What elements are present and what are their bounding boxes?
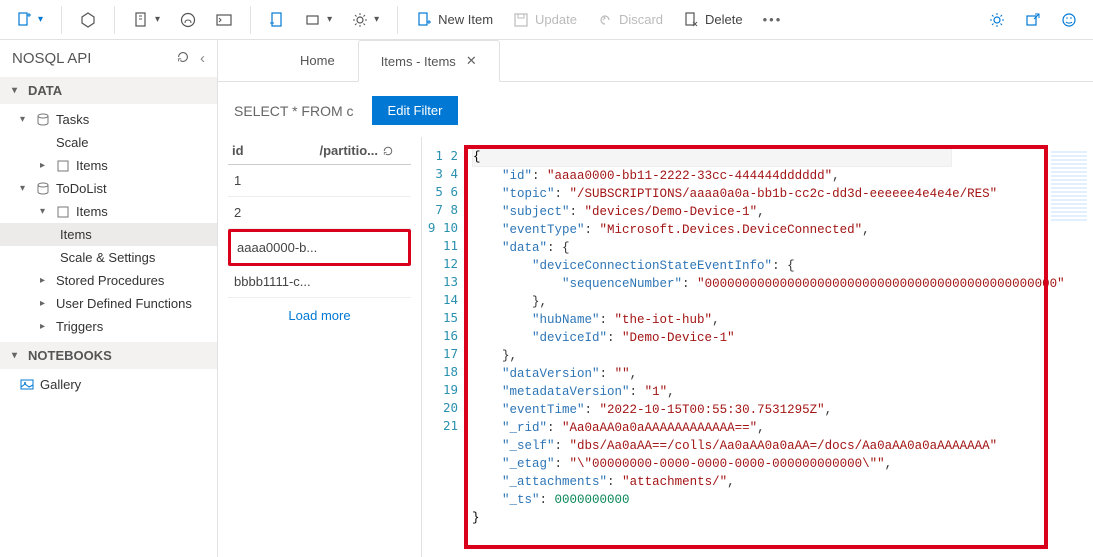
- terminal-icon: [216, 12, 232, 28]
- query-text: SELECT * FROM c: [234, 103, 354, 119]
- document-delete-icon: [683, 12, 699, 28]
- item-row[interactable]: 1: [228, 165, 411, 197]
- sidebar: NOSQL API ‹ ▾DATA ▾Tasks Scale ▸Items ▾T…: [0, 40, 218, 557]
- minimap[interactable]: [1051, 151, 1087, 221]
- items-list-pane: id /partitio... 1 2 aaaa0000-b... bbbb11…: [218, 137, 422, 557]
- undo-icon: [597, 12, 613, 28]
- gear-icon: [352, 12, 368, 28]
- sidebar-title-row: NOSQL API ‹: [0, 40, 217, 77]
- document-plus-icon: [16, 12, 32, 28]
- delete-button[interactable]: Delete: [675, 8, 751, 32]
- col-id[interactable]: id: [232, 143, 320, 158]
- save-icon: [513, 12, 529, 28]
- close-icon[interactable]: ✕: [466, 53, 477, 69]
- tree-items-items[interactable]: Items: [0, 223, 217, 246]
- ellipsis-icon: •••: [763, 12, 783, 27]
- update-label: Update: [535, 12, 577, 27]
- container-icon: [305, 12, 321, 28]
- notebook-dropdown[interactable]: ▾: [125, 8, 168, 32]
- section-notebooks[interactable]: ▾NOTEBOOKS: [0, 342, 217, 369]
- document-save-icon: [269, 12, 285, 28]
- chevron-right-icon: ▸: [40, 160, 50, 171]
- section-data[interactable]: ▾DATA: [0, 77, 217, 104]
- feedback-button[interactable]: [1053, 8, 1085, 32]
- hex-icon-button[interactable]: [72, 8, 104, 32]
- discard-button[interactable]: Discard: [589, 8, 671, 32]
- database-icon: [36, 113, 50, 127]
- notebook-icon: [133, 12, 149, 28]
- tabs-row: Home Items - Items✕: [218, 40, 1093, 82]
- save-query-button[interactable]: [261, 8, 293, 32]
- data-tree: ▾Tasks Scale ▸Items ▾ToDoList ▾Items Ite…: [0, 104, 217, 342]
- chevron-down-icon: ▾: [20, 183, 30, 194]
- chevron-right-icon: ▸: [40, 321, 50, 332]
- chevron-down-icon: ▾: [374, 14, 379, 25]
- new-sql-query-dropdown[interactable]: ▾: [8, 8, 51, 32]
- tree-items[interactable]: ▾Items: [0, 200, 217, 223]
- json-editor[interactable]: 1 2 3 4 5 6 7 8 9 10 11 12 13 14 15 16 1…: [422, 137, 1093, 557]
- tree-udf[interactable]: ▸User Defined Functions: [0, 292, 217, 315]
- chevron-right-icon: ▸: [40, 275, 50, 286]
- chevron-down-icon: ▾: [327, 14, 332, 25]
- tab-home[interactable]: Home: [278, 40, 358, 81]
- code-content[interactable]: { "id": "aaaa0000-bb11-2222-33cc-444444d…: [466, 143, 1093, 531]
- refresh-icon[interactable]: [176, 50, 190, 64]
- gallery-icon: [20, 378, 34, 392]
- settings-dropdown[interactable]: ▾: [344, 8, 387, 32]
- tree-gallery[interactable]: Gallery: [0, 373, 217, 396]
- document-new-icon: [416, 12, 432, 28]
- item-row[interactable]: bbbb1111-c...: [228, 266, 411, 298]
- tab-items[interactable]: Items - Items✕: [358, 40, 500, 82]
- tree-scale[interactable]: Scale: [0, 131, 217, 154]
- chevron-down-icon: ▾: [12, 350, 22, 361]
- container-icon: [56, 205, 70, 219]
- tree-triggers[interactable]: ▸Triggers: [0, 315, 217, 338]
- chevron-down-icon: ▾: [155, 14, 160, 25]
- edit-filter-button[interactable]: Edit Filter: [372, 96, 459, 125]
- items-list: 1 2 aaaa0000-b... bbbb1111-c...: [228, 165, 411, 298]
- tree-items-tasks[interactable]: ▸Items: [0, 154, 217, 177]
- new-item-button[interactable]: New Item: [408, 8, 501, 32]
- collapse-icon[interactable]: ‹: [200, 50, 205, 67]
- delete-label: Delete: [705, 12, 743, 27]
- tree-todolist[interactable]: ▾ToDoList: [0, 177, 217, 200]
- chevron-down-icon: ▾: [38, 14, 43, 25]
- more-button[interactable]: •••: [755, 8, 791, 31]
- content-area: Home Items - Items✕ SELECT * FROM c Edit…: [218, 40, 1093, 557]
- scale-dropdown[interactable]: ▾: [297, 8, 340, 32]
- update-button[interactable]: Update: [505, 8, 585, 32]
- settings-button[interactable]: [981, 8, 1013, 32]
- refresh-icon[interactable]: [382, 145, 394, 157]
- discard-label: Discard: [619, 12, 663, 27]
- tree-tasks[interactable]: ▾Tasks: [0, 108, 217, 131]
- items-header: id /partitio...: [228, 137, 411, 165]
- database-icon: [36, 182, 50, 196]
- tree-scale-settings[interactable]: Scale & Settings: [0, 246, 217, 269]
- top-toolbar: ▾ ▾ ▾ ▾ New Item Update Discard Delete •…: [0, 0, 1093, 40]
- chevron-down-icon: ▾: [12, 85, 22, 96]
- item-row[interactable]: 2: [228, 197, 411, 229]
- load-more-link[interactable]: Load more: [228, 298, 411, 333]
- tree-stored-procedures[interactable]: ▸Stored Procedures: [0, 269, 217, 292]
- smile-icon: [1061, 12, 1077, 28]
- item-row-selected[interactable]: aaaa0000-b...: [228, 229, 411, 266]
- new-item-label: New Item: [438, 12, 493, 27]
- open-external-button[interactable]: [1017, 8, 1049, 32]
- chevron-right-icon: ▸: [40, 298, 50, 309]
- external-link-icon: [1025, 12, 1041, 28]
- github-button[interactable]: [172, 8, 204, 32]
- hexagon-icon: [80, 12, 96, 28]
- line-gutter: 1 2 3 4 5 6 7 8 9 10 11 12 13 14 15 16 1…: [422, 143, 466, 557]
- chevron-down-icon: ▾: [20, 114, 30, 125]
- github-icon: [180, 12, 196, 28]
- terminal-button[interactable]: [208, 8, 240, 32]
- sidebar-title: NOSQL API: [12, 50, 91, 67]
- container-icon: [56, 159, 70, 173]
- gear-icon: [989, 12, 1005, 28]
- query-row: SELECT * FROM c Edit Filter: [218, 82, 1093, 137]
- col-partition[interactable]: /partitio...: [320, 143, 408, 158]
- chevron-down-icon: ▾: [40, 206, 50, 217]
